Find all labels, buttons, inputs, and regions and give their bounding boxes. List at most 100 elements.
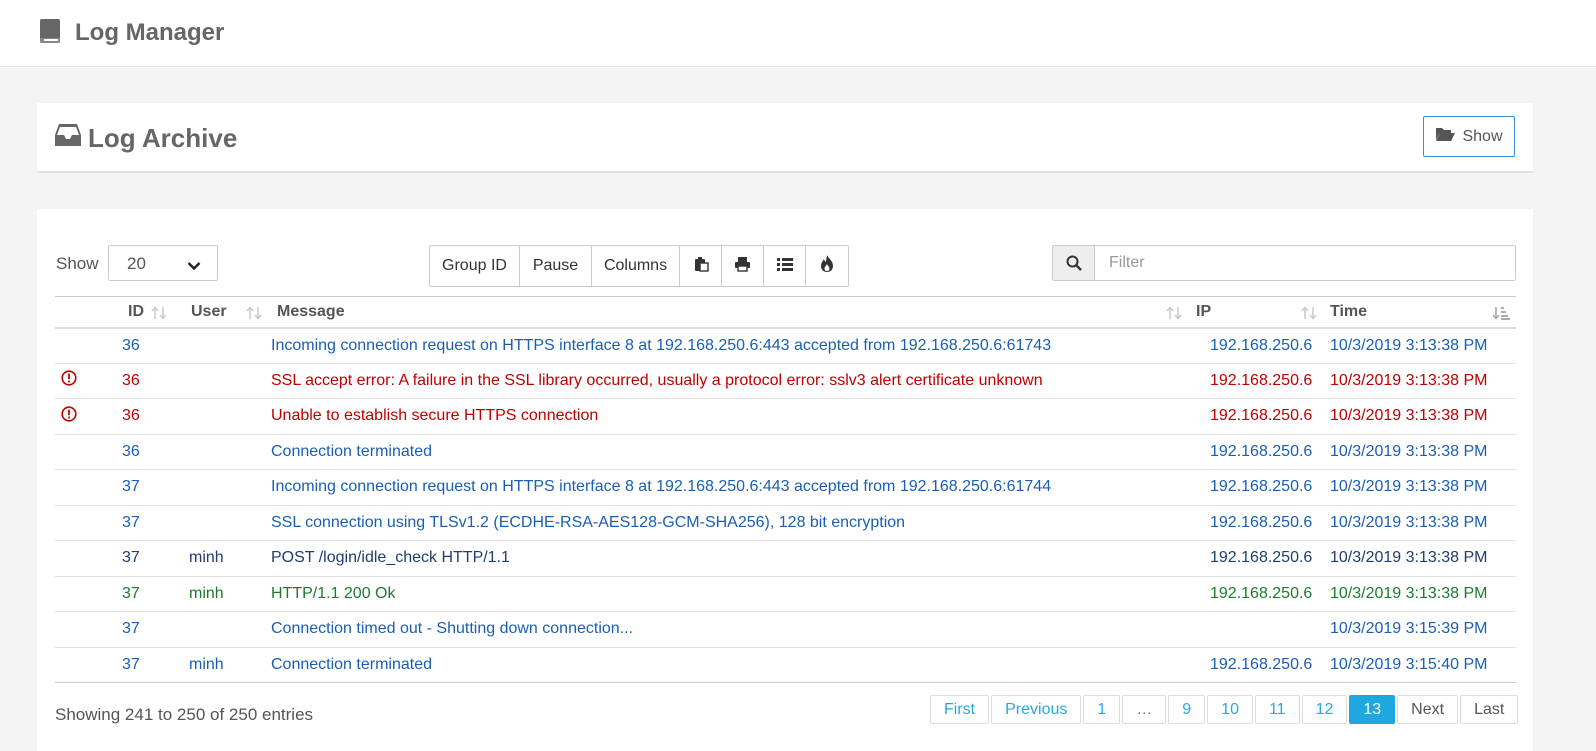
print-button[interactable] (722, 246, 764, 286)
col-header-time[interactable]: Time (1323, 296, 1516, 329)
row-time: 10/3/2019 3:13:38 PM (1323, 327, 1516, 364)
pause-button[interactable]: Pause (520, 246, 592, 286)
row-time: 10/3/2019 3:15:39 PM (1323, 611, 1516, 648)
page-length-select[interactable]: 20 (108, 245, 218, 281)
top-header: Log Manager (0, 0, 1596, 67)
row-level-cell (55, 540, 110, 577)
table-row[interactable]: 37 minh POST /login/idle_check HTTP/1.1 192… (55, 540, 1516, 577)
row-id: 36 (110, 398, 173, 435)
row-id: 36 (110, 434, 173, 470)
row-user: minh (173, 540, 268, 577)
folder-open-icon (1435, 126, 1456, 147)
search-icon (1053, 246, 1095, 280)
page-9-button[interactable]: 9 (1168, 695, 1206, 724)
col-header-id[interactable]: ID (110, 296, 173, 329)
table-toolbar: Group ID Pause Columns (429, 245, 849, 287)
table-row[interactable]: 36 Unable to establish secure HTTPS conne… (55, 398, 1516, 435)
row-user (173, 398, 268, 435)
col-header-message[interactable]: Message (268, 296, 1188, 329)
page-next-button[interactable]: Next (1397, 695, 1459, 724)
row-user (173, 434, 268, 470)
show-archive-button[interactable]: Show (1423, 116, 1515, 157)
row-user (173, 611, 268, 648)
row-ip: 192.168.250.6 (1188, 398, 1323, 435)
table-row[interactable]: 37 Connection timed out - Shutting down c… (55, 611, 1516, 648)
fire-icon (820, 255, 834, 277)
row-message: SSL connection using TLSv1.2 (ECDHE-RSA-… (268, 505, 1188, 541)
page-title: Log Manager (75, 19, 225, 46)
table-row[interactable]: 37 SSL connection using TLSv1.2 (ECDHE-RS… (55, 505, 1516, 541)
log-table-body: 36 Incoming connection request on HTTPS i… (55, 327, 1516, 683)
row-id: 37 (110, 505, 173, 541)
page-11-button[interactable]: 11 (1254, 695, 1300, 724)
highlight-button[interactable] (806, 246, 848, 286)
row-ip: 192.168.250.6 (1188, 469, 1323, 506)
alert-circle-icon (61, 406, 77, 426)
table-row[interactable]: 37 minh HTTP/1.1 200 Ok 192.168.250.6 10/3/2… (55, 576, 1516, 612)
row-level-cell (55, 505, 110, 541)
table-row[interactable]: 37 minh Connection terminated 192.168.250.6… (55, 647, 1516, 683)
row-time: 10/3/2019 3:13:38 PM (1323, 505, 1516, 541)
row-level-cell (55, 647, 110, 683)
row-level-cell (55, 469, 110, 506)
row-level-cell (55, 398, 110, 435)
table-info: Showing 241 to 250 of 250 entries (55, 705, 314, 724)
log-archive-panel: Log Archive Show (37, 103, 1533, 173)
row-id: 37 (110, 611, 173, 648)
page-previous-button[interactable]: Previous (991, 695, 1082, 724)
page-13-button[interactable]: 13 (1349, 695, 1396, 724)
page-last-button[interactable]: Last (1460, 695, 1519, 724)
row-message: HTTP/1.1 200 Ok (268, 576, 1188, 612)
table-row[interactable]: 36 Incoming connection request on HTTPS i… (55, 327, 1516, 364)
row-time: 10/3/2019 3:13:38 PM (1323, 398, 1516, 435)
table-row[interactable]: 37 Incoming connection request on HTTPS i… (55, 469, 1516, 506)
sort-icon (151, 306, 167, 325)
col-header-ip[interactable]: IP (1188, 296, 1323, 329)
page-first-button[interactable]: First (930, 695, 990, 724)
row-ip: 192.168.250.6 (1188, 576, 1323, 612)
col-header-user-label: User (191, 303, 227, 320)
row-level-cell (55, 576, 110, 612)
row-id: 37 (110, 576, 173, 612)
row-user: minh (173, 576, 268, 612)
col-header-user[interactable]: User (173, 296, 268, 329)
chevron-down-icon (187, 258, 201, 276)
filter-box (1052, 245, 1516, 281)
length-label: Show (56, 254, 99, 273)
filter-input[interactable] (1095, 246, 1515, 280)
alert-circle-icon (61, 370, 77, 390)
table-row[interactable]: 36 SSL accept error: A failure in the SSL… (55, 363, 1516, 399)
table-row[interactable]: 36 Connection terminated 192.168.250.6 10/3… (55, 434, 1516, 470)
sort-icon (246, 306, 262, 325)
list-view-button[interactable] (764, 246, 806, 286)
show-archive-label: Show (1462, 127, 1503, 145)
columns-button[interactable]: Columns (592, 246, 680, 286)
row-ip: 192.168.250.6 (1188, 434, 1323, 470)
page-12-button[interactable]: 12 (1301, 695, 1348, 724)
col-header-ip-label: IP (1196, 303, 1212, 320)
row-message: SSL accept error: A failure in the SSL l… (268, 363, 1188, 399)
inbox-icon (54, 122, 82, 153)
log-table-panel: Show 20 Group ID Pause Columns Filter ID… (37, 209, 1533, 751)
clipboard-icon (693, 256, 709, 277)
col-header-level (55, 296, 110, 329)
page-10-button[interactable]: 10 (1207, 695, 1253, 724)
row-level-cell (55, 611, 110, 648)
row-id: 37 (110, 540, 173, 577)
page-1-button[interactable]: 1 (1083, 695, 1121, 724)
group-id-button[interactable]: Group ID (430, 246, 520, 286)
col-header-message-label: Message (277, 303, 345, 320)
row-id: 36 (110, 363, 173, 399)
row-time: 10/3/2019 3:13:38 PM (1323, 540, 1516, 577)
row-level-cell (55, 327, 110, 364)
list-icon (776, 257, 793, 276)
row-level-cell (55, 363, 110, 399)
row-message: POST /login/idle_check HTTP/1.1 (268, 540, 1188, 577)
row-message: Unable to establish secure HTTPS connect… (268, 398, 1188, 435)
row-message: Incoming connection request on HTTPS int… (268, 327, 1188, 364)
row-level-cell (55, 434, 110, 470)
copy-button[interactable] (680, 246, 722, 286)
sort-icon (1301, 306, 1317, 325)
row-time: 10/3/2019 3:13:38 PM (1323, 576, 1516, 612)
table-header-row: ID User Message IP Time (55, 296, 1516, 329)
